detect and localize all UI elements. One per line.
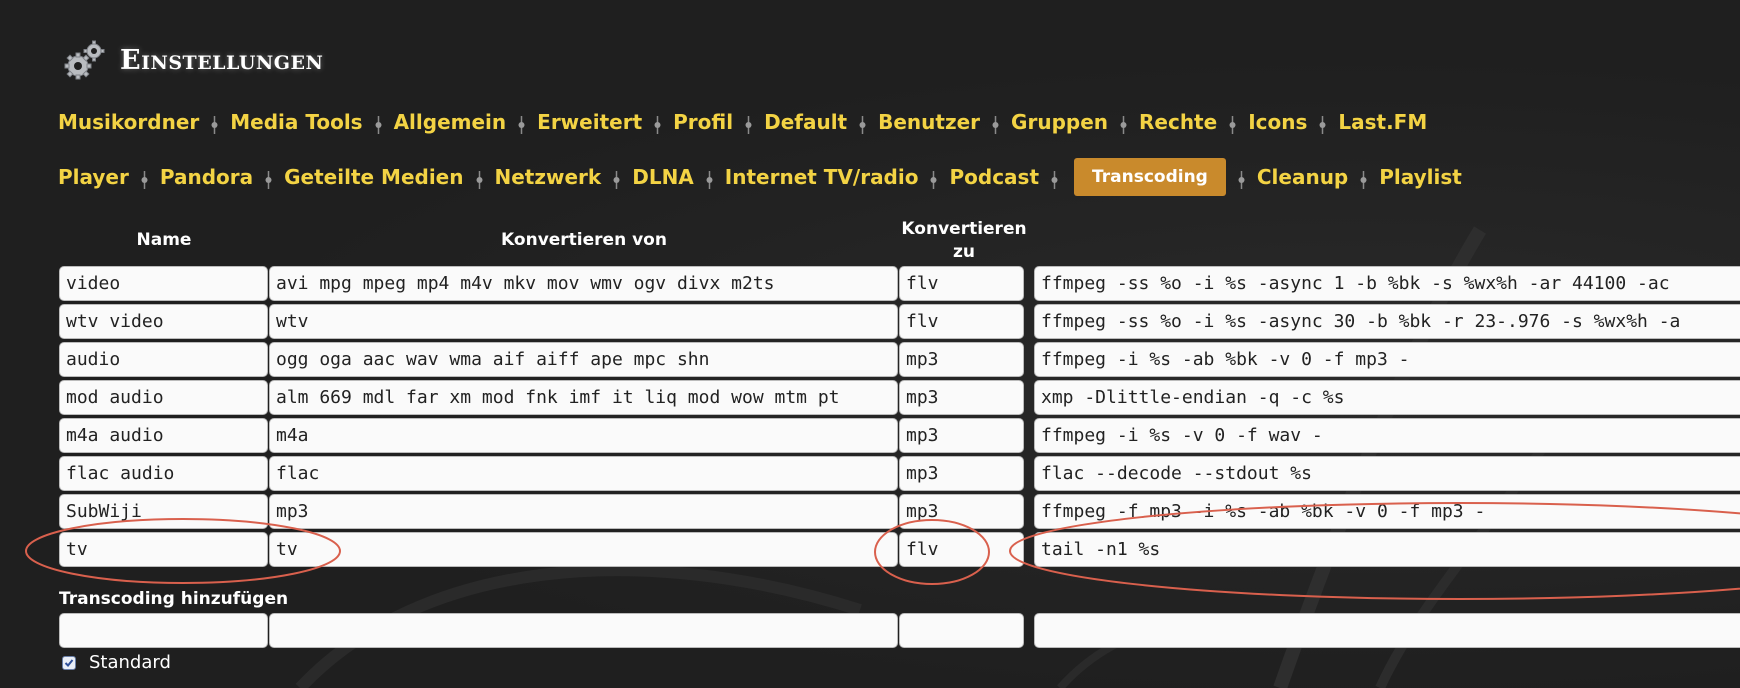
nav-tab-gruppen[interactable]: Gruppen <box>1011 110 1108 134</box>
nav-tab-player[interactable]: Player <box>58 165 129 189</box>
nav-tab-dlna[interactable]: DLNA <box>632 165 694 189</box>
nav-separator-icon <box>265 171 272 189</box>
nav-separator-icon <box>992 116 999 134</box>
nav-separator-icon <box>141 171 148 189</box>
to-field[interactable]: mp3 <box>899 380 1024 415</box>
nav-separator-icon <box>375 116 382 134</box>
nav-tab-default[interactable]: Default <box>764 110 847 134</box>
nav-tab-internet-tv-radio[interactable]: Internet TV/radio <box>725 165 919 189</box>
column-header-to-line1: Konvertieren <box>901 219 1027 239</box>
nav-separator-icon <box>211 116 218 134</box>
nav-tab-podcast[interactable]: Podcast <box>949 165 1039 189</box>
gears-icon <box>64 40 105 80</box>
column-header-from: Konvertieren von <box>501 230 667 250</box>
name-field[interactable]: m4a audio <box>59 418 268 453</box>
from-field[interactable]: ogg oga aac wav wma aif aiff ape mpc shn <box>269 342 898 377</box>
from-field[interactable]: alm 669 mdl far xm mod fnk imf it liq mo… <box>269 380 898 415</box>
nav-tab-cleanup[interactable]: Cleanup <box>1257 165 1348 189</box>
from-field[interactable]: tv <box>269 532 898 567</box>
nav-tab-media-tools[interactable]: Media Tools <box>230 110 362 134</box>
nav-separator-icon <box>1051 171 1058 189</box>
nav-separator-icon <box>745 116 752 134</box>
from-field[interactable]: mp3 <box>269 494 898 529</box>
to-field[interactable]: mp3 <box>899 494 1024 529</box>
command-field[interactable]: ffmpeg -ss %o -i %s -async 1 -b %bk -s %… <box>1034 266 1740 301</box>
nav-tab-transcoding[interactable]: Transcoding <box>1074 158 1226 196</box>
nav-separator-icon <box>1120 116 1127 134</box>
command-field[interactable]: flac --decode --stdout %s <box>1034 456 1740 491</box>
nav-tab-benutzer[interactable]: Benutzer <box>878 110 980 134</box>
nav-tab-profil[interactable]: Profil <box>673 110 733 134</box>
nav-separator-icon <box>476 171 482 189</box>
nav-separator-icon <box>706 171 713 189</box>
nav-separator-icon <box>654 116 661 134</box>
to-field[interactable]: flv <box>899 304 1024 339</box>
standard-checkbox-label: Standard <box>89 652 171 673</box>
command-field[interactable]: ffmpeg -ss %o -i %s -async 30 -b %bk -r … <box>1034 304 1740 339</box>
name-field[interactable]: tv <box>59 532 268 567</box>
page-title: Einstellungen <box>120 44 324 76</box>
nav-separator-icon <box>1229 116 1236 134</box>
nav-tab-musikordner[interactable]: Musikordner <box>58 110 199 134</box>
new-to-field[interactable] <box>899 613 1024 648</box>
command-field[interactable]: ffmpeg -i %s -v 0 -f wav - <box>1034 418 1740 453</box>
nav-separator-icon <box>859 116 866 134</box>
command-field[interactable]: ffmpeg -f mp3 -i %s -ab %bk -v 0 -f mp3 … <box>1034 494 1740 529</box>
name-field[interactable]: audio <box>59 342 268 377</box>
to-field[interactable]: flv <box>899 266 1024 301</box>
nav-tab-last-fm[interactable]: Last.FM <box>1338 110 1427 134</box>
nav-tab-geteilte-medien[interactable]: Geteilte Medien <box>284 165 463 189</box>
nav-separator-icon <box>930 171 937 189</box>
nav-row-2: Player Pandora Geteilte Medien Netzwerk DLNA… <box>58 158 1462 196</box>
nav-tab-icons[interactable]: Icons <box>1248 110 1307 134</box>
name-field[interactable]: SubWiji <box>59 494 268 529</box>
name-field[interactable]: wtv video <box>59 304 268 339</box>
column-header-name: Name <box>136 230 192 250</box>
nav-row-1: Musikordner Media Tools Allgemein Erweitert… <box>58 110 1427 134</box>
nav-separator-icon <box>518 116 525 134</box>
from-field[interactable]: avi mpg mpeg mp4 m4v mkv mov wmv ogv div… <box>269 266 898 301</box>
new-name-field[interactable] <box>59 613 268 648</box>
page-header: Einstellungen <box>62 38 323 82</box>
name-field[interactable]: mod audio <box>59 380 268 415</box>
name-field[interactable]: video <box>59 266 268 301</box>
nav-tab-netzwerk[interactable]: Netzwerk <box>495 165 602 189</box>
name-field[interactable]: flac audio <box>59 456 268 491</box>
to-field[interactable]: mp3 <box>899 342 1024 377</box>
from-field[interactable]: wtv <box>269 304 898 339</box>
nav-tab-erweitert[interactable]: Erweitert <box>537 110 642 134</box>
to-field[interactable]: mp3 <box>899 418 1024 453</box>
nav-separator-icon <box>1238 171 1245 189</box>
standard-checkbox[interactable] <box>62 656 76 670</box>
from-field[interactable]: m4a <box>269 418 898 453</box>
nav-separator-icon <box>613 171 620 189</box>
command-field[interactable]: ffmpeg -i %s -ab %bk -v 0 -f mp3 - <box>1034 342 1740 377</box>
new-command-field[interactable] <box>1034 613 1740 648</box>
command-field[interactable]: tail -n1 %s <box>1034 532 1740 567</box>
nav-tab-allgemein[interactable]: Allgemein <box>394 110 507 134</box>
nav-separator-icon <box>1360 171 1367 189</box>
nav-tab-playlist[interactable]: Playlist <box>1379 165 1462 189</box>
nav-tab-pandora[interactable]: Pandora <box>160 165 253 189</box>
command-field[interactable]: xmp -Dlittle-endian -q -c %s <box>1034 380 1740 415</box>
to-field[interactable]: mp3 <box>899 456 1024 491</box>
from-field[interactable]: flac <box>269 456 898 491</box>
nav-tab-rechte[interactable]: Rechte <box>1139 110 1217 134</box>
checkmark-icon <box>64 659 74 667</box>
nav-separator-icon <box>1319 116 1326 134</box>
column-header-to-line2: zu <box>953 242 975 262</box>
column-header-to: Konvertieren zu <box>890 218 1038 264</box>
to-field[interactable]: flv <box>899 532 1024 567</box>
new-from-field[interactable] <box>269 613 898 648</box>
add-transcoding-title: Transcoding hinzufügen <box>59 589 289 609</box>
